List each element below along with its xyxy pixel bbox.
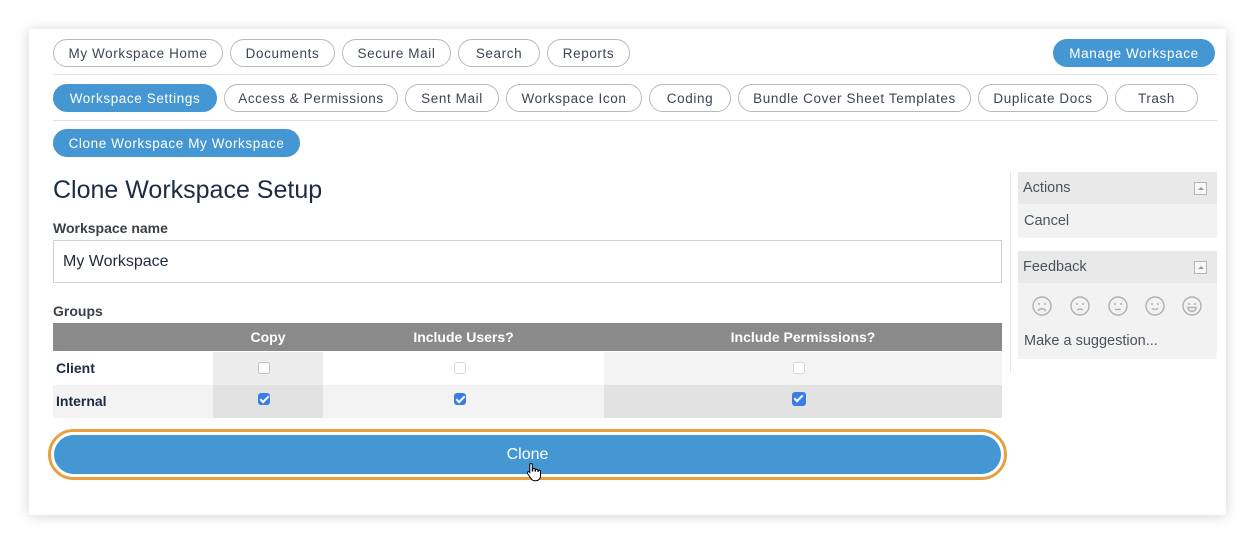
col-copy: Copy bbox=[250, 329, 286, 345]
actions-panel: Actions Cancel bbox=[1018, 172, 1217, 238]
page-title: Clone Workspace Setup bbox=[53, 176, 323, 204]
happy-face-icon[interactable] bbox=[1145, 296, 1165, 316]
table-header: Copy Include Users? Include Permissions? bbox=[53, 323, 1002, 351]
feedback-faces bbox=[1018, 296, 1217, 316]
tab-duplicate-docs[interactable]: Duplicate Docs bbox=[978, 84, 1108, 112]
very-sad-face-icon[interactable] bbox=[1032, 296, 1052, 316]
col-include-users: Include Users? bbox=[413, 329, 514, 345]
feedback-panel: Feedback Make a suggestion... bbox=[1018, 251, 1217, 359]
tab-bundle-cover-sheet-templates[interactable]: Bundle Cover Sheet Templates bbox=[738, 84, 971, 112]
make-suggestion-link[interactable]: Make a suggestion... bbox=[1024, 333, 1158, 349]
cancel-link[interactable]: Cancel bbox=[1024, 213, 1069, 229]
feedback-panel-header: Feedback bbox=[1018, 251, 1217, 283]
internal-include-users-checkbox[interactable] bbox=[454, 393, 466, 405]
actions-panel-header: Actions bbox=[1018, 172, 1217, 204]
tab-coding[interactable]: Coding bbox=[649, 84, 731, 112]
client-copy-checkbox[interactable] bbox=[258, 362, 270, 374]
internal-include-permissions-checkbox[interactable] bbox=[792, 392, 806, 406]
neutral-face-icon[interactable] bbox=[1108, 296, 1128, 316]
client-include-users-checkbox[interactable] bbox=[454, 362, 466, 374]
collapse-icon[interactable] bbox=[1194, 182, 1207, 195]
nav-divider bbox=[53, 74, 1217, 75]
group-name: Client bbox=[56, 360, 95, 376]
nav-my-workspace-home[interactable]: My Workspace Home bbox=[53, 39, 223, 67]
tab-workspace-settings[interactable]: Workspace Settings bbox=[53, 84, 217, 112]
sad-face-icon[interactable] bbox=[1070, 296, 1090, 316]
nav-secure-mail[interactable]: Secure Mail bbox=[342, 39, 451, 67]
collapse-icon[interactable] bbox=[1194, 261, 1207, 274]
group-name: Internal bbox=[56, 393, 107, 409]
subnav-divider bbox=[53, 120, 1217, 121]
sidebar-divider bbox=[1010, 172, 1011, 372]
groups-label: Groups bbox=[53, 303, 103, 319]
very-happy-face-icon[interactable] bbox=[1182, 296, 1202, 316]
nav-documents[interactable]: Documents bbox=[230, 39, 335, 67]
nav-search[interactable]: Search bbox=[458, 39, 540, 67]
table-row: Internal bbox=[53, 385, 1002, 418]
col-include-permissions: Include Permissions? bbox=[730, 329, 876, 345]
tab-access-permissions[interactable]: Access & Permissions bbox=[224, 84, 398, 112]
tab-sent-mail[interactable]: Sent Mail bbox=[405, 84, 499, 112]
internal-copy-checkbox[interactable] bbox=[258, 393, 270, 405]
table-row: Client bbox=[53, 352, 1002, 385]
workspace-name-input[interactable] bbox=[53, 240, 1002, 283]
hand-cursor-icon bbox=[526, 462, 541, 482]
breadcrumb[interactable]: Clone Workspace My Workspace bbox=[53, 129, 300, 157]
feedback-panel-title: Feedback bbox=[1023, 259, 1087, 275]
nav-reports[interactable]: Reports bbox=[547, 39, 630, 67]
actions-panel-title: Actions bbox=[1023, 180, 1071, 196]
manage-workspace-button[interactable]: Manage Workspace bbox=[1053, 39, 1215, 67]
tab-workspace-icon[interactable]: Workspace Icon bbox=[506, 84, 642, 112]
client-include-permissions-checkbox[interactable] bbox=[793, 362, 805, 374]
workspace-name-label: Workspace name bbox=[53, 220, 168, 236]
tab-trash[interactable]: Trash bbox=[1115, 84, 1198, 112]
